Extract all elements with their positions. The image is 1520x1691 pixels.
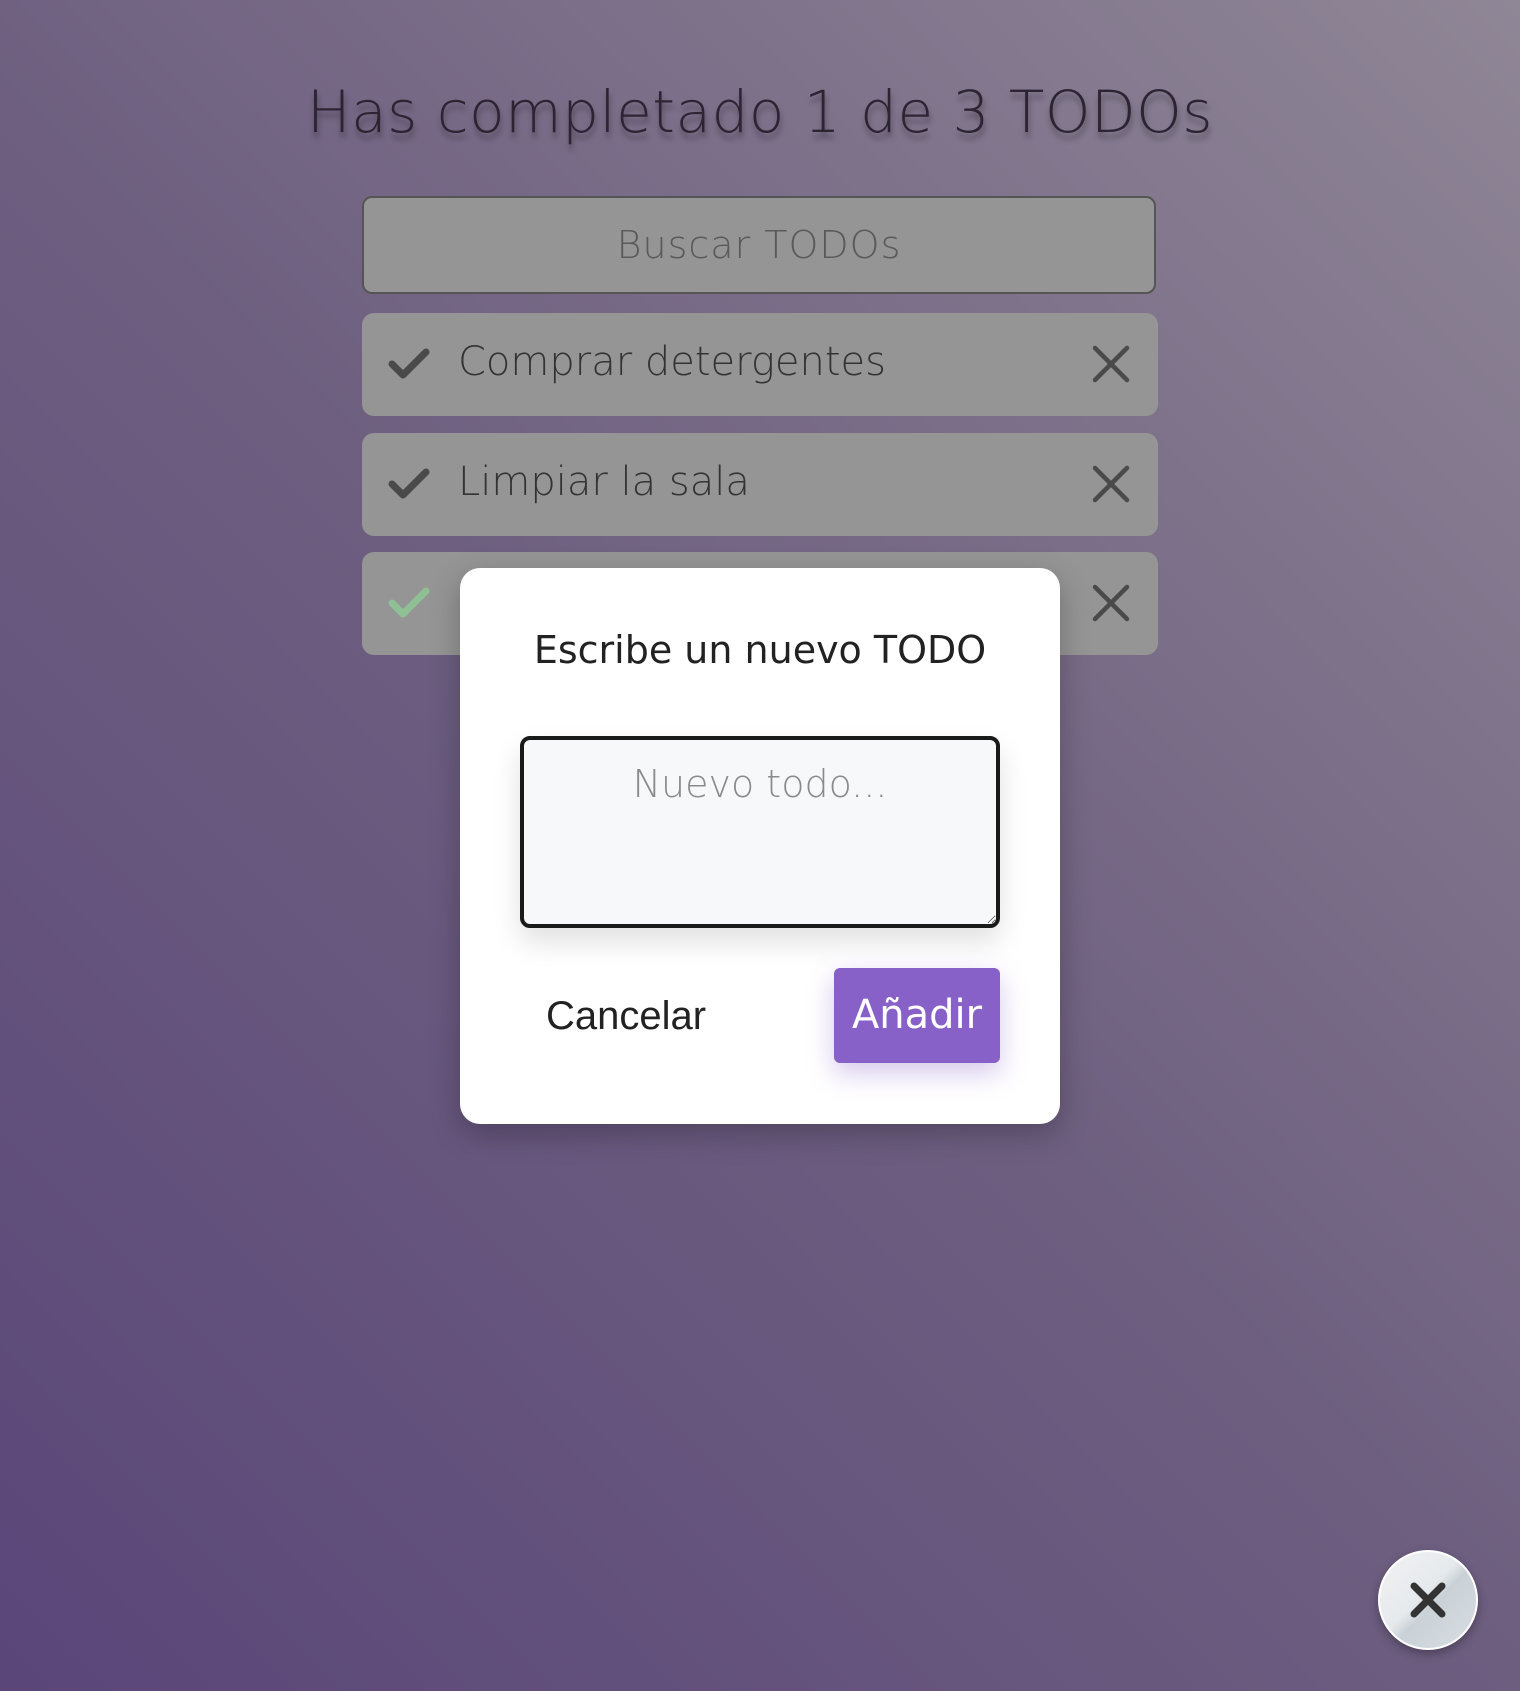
page-title: Has completado 1 de 3 TODOs — [306, 78, 1214, 146]
todo-item: Comprar detergentes — [362, 313, 1158, 416]
close-icon[interactable] — [1092, 584, 1130, 622]
check-icon[interactable] — [388, 467, 430, 501]
todo-text: Comprar detergentes — [458, 339, 887, 385]
cancel-button[interactable]: Cancelar — [540, 968, 712, 1062]
check-icon[interactable] — [388, 586, 430, 620]
close-icon[interactable] — [1092, 345, 1130, 383]
new-todo-textarea[interactable] — [520, 736, 1000, 928]
close-icon — [1410, 1582, 1446, 1618]
toggle-modal-button[interactable] — [1378, 1550, 1478, 1650]
check-icon[interactable] — [388, 347, 430, 381]
close-icon[interactable] — [1092, 465, 1130, 503]
todo-item: Limpiar la sala — [362, 433, 1158, 536]
modal-title: Escribe un nuevo TODO — [533, 628, 987, 672]
search-input[interactable] — [362, 196, 1156, 294]
add-button[interactable]: Añadir — [834, 968, 1000, 1063]
new-todo-modal: Escribe un nuevo TODO Cancelar Añadir — [460, 568, 1060, 1124]
todo-text: Limpiar la sala — [458, 459, 750, 505]
